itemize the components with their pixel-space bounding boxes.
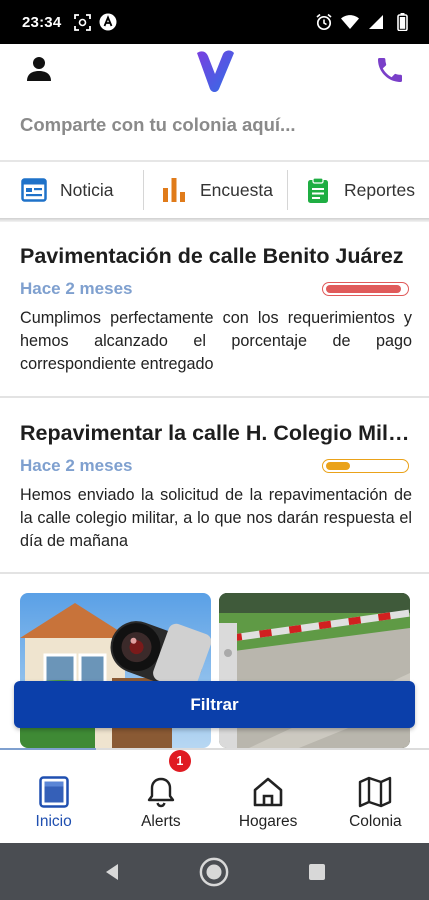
divider bbox=[0, 572, 429, 574]
battery-icon bbox=[393, 13, 411, 31]
post-title: Pavimentación de calle Benito Juárez bbox=[20, 244, 404, 268]
category-label: Noticia bbox=[60, 179, 114, 200]
progress-bar bbox=[322, 459, 409, 473]
post-card[interactable]: Pavimentación de calle Benito Juárez Hac… bbox=[0, 244, 429, 376]
category-label: Reportes bbox=[344, 179, 416, 200]
alarm-icon bbox=[315, 13, 333, 31]
nav-item-inicio[interactable]: Inicio bbox=[0, 750, 107, 843]
category-label: Encuesta bbox=[200, 179, 273, 200]
nav-label: Alerts bbox=[141, 813, 181, 830]
recents-icon[interactable] bbox=[302, 857, 332, 887]
post-time: Hace 2 meses bbox=[20, 279, 133, 298]
app-logo bbox=[194, 49, 236, 93]
post-time: Hace 2 meses bbox=[20, 456, 133, 475]
clipboard-icon bbox=[304, 176, 332, 204]
map-icon bbox=[357, 774, 393, 810]
home-screen-icon bbox=[36, 774, 72, 810]
profile-icon[interactable] bbox=[24, 54, 54, 84]
post-body: Cumplimos perfectamente con los requerim… bbox=[20, 309, 412, 373]
nav-item-alerts[interactable]: 1 Alerts bbox=[107, 750, 214, 843]
signal-icon bbox=[367, 13, 385, 31]
divider bbox=[0, 396, 429, 398]
app-header bbox=[0, 44, 429, 100]
screenshot-icon bbox=[73, 13, 91, 31]
nav-label: Inicio bbox=[35, 813, 72, 830]
category-bar: Noticia Encuesta Reportes bbox=[0, 162, 429, 218]
post-title: Repavimentar la calle H. Colegio Militar bbox=[20, 421, 412, 445]
home-icon[interactable] bbox=[199, 857, 229, 887]
category-reportes[interactable]: Reportes bbox=[288, 162, 428, 218]
house-icon bbox=[250, 774, 286, 810]
status-time: 23:34 bbox=[22, 13, 62, 31]
status-bar: 23:34 bbox=[0, 0, 429, 44]
category-noticia[interactable]: Noticia bbox=[0, 162, 143, 218]
progress-fill bbox=[326, 285, 402, 293]
nav-item-colonia[interactable]: Colonia bbox=[322, 750, 429, 843]
bottom-nav: Inicio 1 Alerts Hogares Colonia bbox=[0, 750, 429, 843]
nav-label: Hogares bbox=[238, 813, 298, 830]
notification-badge: 1 bbox=[168, 750, 191, 772]
share-input[interactable] bbox=[20, 108, 410, 142]
phone-icon[interactable] bbox=[374, 54, 408, 88]
nav-label: Colonia bbox=[349, 813, 402, 830]
bar-chart-icon bbox=[160, 176, 188, 204]
progress-bar bbox=[322, 282, 409, 296]
post-body: Hemos enviado la solicitud de la repavim… bbox=[20, 486, 412, 550]
filter-button[interactable]: Filtrar bbox=[14, 681, 415, 728]
post-card[interactable]: Repavimentar la calle H. Colegio Militar… bbox=[0, 421, 429, 553]
divider bbox=[0, 218, 429, 222]
system-nav-bar bbox=[0, 843, 429, 900]
bell-icon bbox=[143, 774, 179, 810]
wifi-icon bbox=[341, 13, 359, 31]
newspaper-icon bbox=[20, 176, 48, 204]
back-icon[interactable] bbox=[97, 857, 127, 887]
category-encuesta[interactable]: Encuesta bbox=[144, 162, 287, 218]
nav-item-hogares[interactable]: Hogares bbox=[215, 750, 322, 843]
progress-fill bbox=[326, 462, 350, 470]
app-icon bbox=[99, 13, 117, 31]
